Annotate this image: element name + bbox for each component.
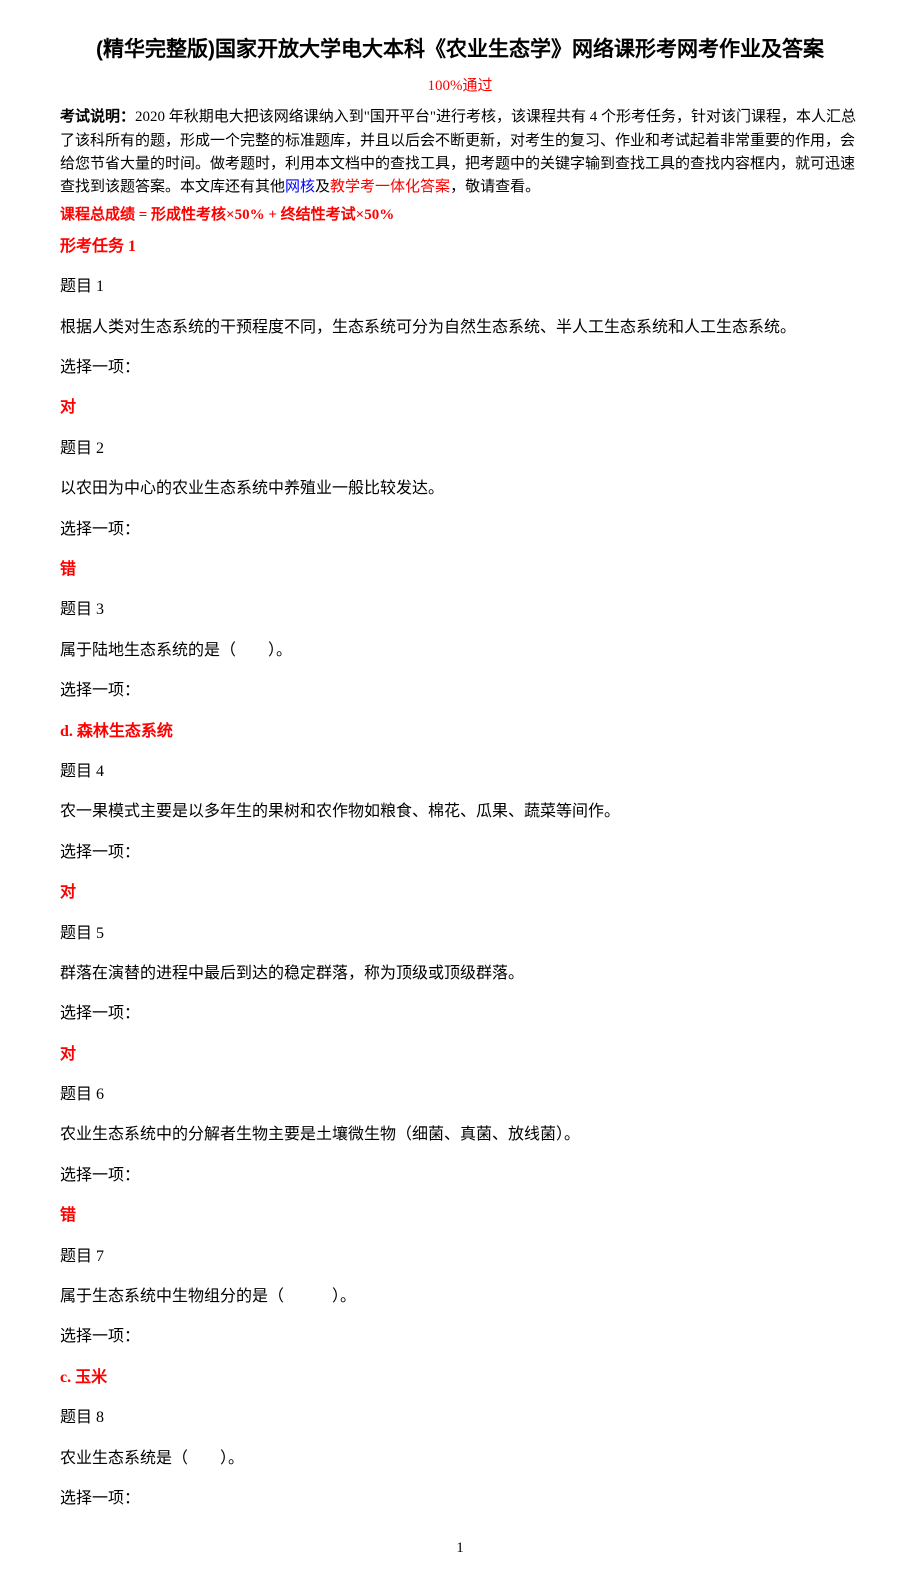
select-label: 选择一项： bbox=[60, 515, 860, 545]
intro-text-3: ，敬请查看。 bbox=[450, 179, 540, 195]
select-label: 选择一项： bbox=[60, 353, 860, 383]
select-label: 选择一项： bbox=[60, 999, 860, 1029]
grade-formula: 课程总成绩 = 形成性考核×50% + 终结性考试×50% bbox=[60, 201, 860, 230]
question-answer: 对 bbox=[60, 393, 860, 423]
question-4: 题目 4 农一果模式主要是以多年生的果树和农作物如粮食、棉花、瓜果、蔬菜等间作。… bbox=[60, 757, 860, 909]
question-text: 属于生态系统中生物组分的是（ ）。 bbox=[60, 1282, 860, 1312]
select-label: 选择一项： bbox=[60, 676, 860, 706]
intro-link-wanghe: 网核 bbox=[285, 179, 315, 195]
question-number: 题目 7 bbox=[60, 1242, 860, 1272]
question-3: 题目 3 属于陆地生态系统的是（ ）。 选择一项： d. 森林生态系统 bbox=[60, 595, 860, 747]
question-number: 题目 4 bbox=[60, 757, 860, 787]
intro-paragraph: 考试说明：2020 年秋期电大把该网络课纳入到"国开平台"进行考核，该课程共有 … bbox=[60, 106, 860, 199]
select-label: 选择一项： bbox=[60, 838, 860, 868]
question-2: 题目 2 以农田为中心的农业生态系统中养殖业一般比较发达。 选择一项： 错 bbox=[60, 434, 860, 586]
question-text: 根据人类对生态系统的干预程度不同，生态系统可分为自然生态系统、半人工生态系统和人… bbox=[60, 313, 860, 343]
question-answer: 对 bbox=[60, 878, 860, 908]
question-1: 题目 1 根据人类对生态系统的干预程度不同，生态系统可分为自然生态系统、半人工生… bbox=[60, 272, 860, 424]
select-label: 选择一项： bbox=[60, 1161, 860, 1191]
intro-red-link: 教学考一体化答案 bbox=[330, 179, 450, 195]
question-text: 属于陆地生态系统的是（ ）。 bbox=[60, 636, 860, 666]
question-number: 题目 5 bbox=[60, 919, 860, 949]
question-answer: 错 bbox=[60, 1201, 860, 1231]
pass-rate: 100%通过 bbox=[60, 72, 860, 101]
select-label: 选择一项： bbox=[60, 1322, 860, 1352]
question-5: 题目 5 群落在演替的进程中最后到达的稳定群落，称为顶级或顶级群落。 选择一项：… bbox=[60, 919, 860, 1071]
question-text: 农一果模式主要是以多年生的果树和农作物如粮食、棉花、瓜果、蔬菜等间作。 bbox=[60, 797, 860, 827]
question-answer: 错 bbox=[60, 555, 860, 585]
question-text: 农业生态系统是（ ）。 bbox=[60, 1444, 860, 1474]
page-number: 1 bbox=[60, 1534, 860, 1563]
question-text: 群落在演替的进程中最后到达的稳定群落，称为顶级或顶级群落。 bbox=[60, 959, 860, 989]
question-number: 题目 8 bbox=[60, 1403, 860, 1433]
question-text: 以农田为中心的农业生态系统中养殖业一般比较发达。 bbox=[60, 474, 860, 504]
question-number: 题目 3 bbox=[60, 595, 860, 625]
intro-label: 考试说明： bbox=[60, 109, 135, 125]
question-6: 题目 6 农业生态系统中的分解者生物主要是土壤微生物（细菌、真菌、放线菌）。 选… bbox=[60, 1080, 860, 1232]
document-title: (精华完整版)国家开放大学电大本科《农业生态学》网络课形考网考作业及答案 bbox=[60, 30, 860, 70]
intro-text-2: 及 bbox=[315, 179, 330, 195]
question-8: 题目 8 农业生态系统是（ ）。 选择一项： bbox=[60, 1403, 860, 1514]
question-7: 题目 7 属于生态系统中生物组分的是（ ）。 选择一项： c. 玉米 bbox=[60, 1242, 860, 1394]
select-label: 选择一项： bbox=[60, 1484, 860, 1514]
question-answer: d. 森林生态系统 bbox=[60, 717, 860, 747]
question-number: 题目 1 bbox=[60, 272, 860, 302]
question-text: 农业生态系统中的分解者生物主要是土壤微生物（细菌、真菌、放线菌）。 bbox=[60, 1120, 860, 1150]
question-answer: 对 bbox=[60, 1040, 860, 1070]
question-number: 题目 2 bbox=[60, 434, 860, 464]
question-number: 题目 6 bbox=[60, 1080, 860, 1110]
task-header: 形考任务 1 bbox=[60, 232, 860, 262]
question-answer: c. 玉米 bbox=[60, 1363, 860, 1393]
